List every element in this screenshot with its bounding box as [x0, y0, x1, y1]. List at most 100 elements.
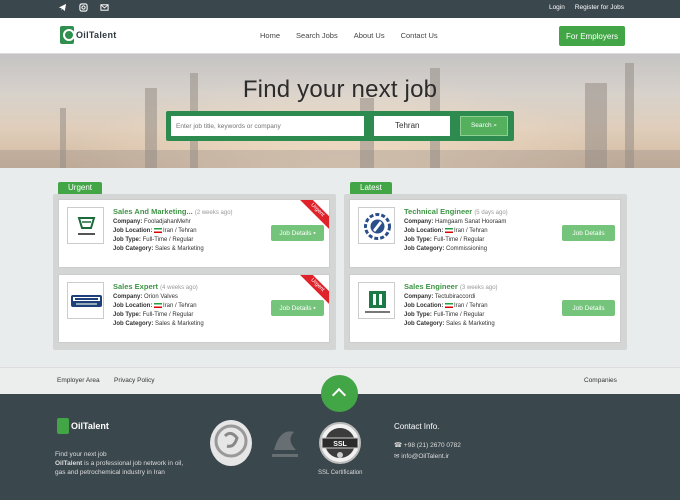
telegram-icon[interactable]: [58, 3, 67, 12]
location-label: Job Location:: [404, 228, 444, 235]
job-details-label: Job Details: [279, 304, 312, 312]
job-type: Full-Time / Regular: [142, 312, 194, 318]
nav-about-us[interactable]: About Us: [354, 31, 385, 40]
category-row: Job Category: Sales & Marketing: [113, 246, 204, 252]
company-label: Company:: [113, 294, 143, 300]
contact-title: Contact Info.: [394, 422, 440, 431]
job-age: (2 weeks ago): [194, 210, 233, 216]
job-card[interactable]: Sales And Marketing... (2 weeks ago) Com…: [58, 199, 330, 268]
intro-description: OilTalent is a professional job network …: [55, 459, 190, 477]
category-label: Job Category:: [113, 246, 154, 252]
company-logo: [67, 282, 104, 319]
job-card[interactable]: Sales Engineer (3 weeks ago) Company: Te…: [349, 274, 621, 343]
search-button-label: Search: [470, 122, 492, 129]
category-row: Job Category: Sales & Marketing: [404, 321, 495, 327]
job-title-text: Sales Engineer: [404, 282, 458, 291]
company-row: Company: Orion Valves: [113, 294, 178, 300]
ssl-seal-icon[interactable]: SSL: [317, 420, 363, 466]
lock-icon: ▪: [313, 229, 316, 237]
register-link[interactable]: Register for Jobs: [575, 4, 624, 11]
location-row: Job Location: Iran / Tehran: [404, 303, 488, 309]
for-employers-button[interactable]: For Employers: [559, 26, 625, 46]
intro-line: Find your next job: [55, 451, 107, 458]
company-name: FooladjahanMehr: [144, 219, 191, 225]
search-button[interactable]: Search ⌕: [460, 116, 508, 136]
job-category: Commissioning: [446, 246, 488, 252]
company-logo: [358, 282, 395, 319]
nav-search-jobs[interactable]: Search Jobs: [296, 31, 338, 40]
job-location: Iran / Tehran: [454, 228, 488, 235]
site-header: OilTalent Home Search Jobs About Us Cont…: [0, 18, 680, 54]
footer-logo: OilTalent: [57, 418, 109, 434]
category-label: Job Category:: [404, 246, 445, 252]
enamad-badge-icon[interactable]: [210, 420, 252, 466]
social-links: [58, 3, 109, 12]
job-details-button[interactable]: Job Details ▪: [271, 225, 324, 241]
job-category: Sales & Marketing: [155, 246, 204, 252]
job-type: Full-Time / Regular: [142, 237, 194, 243]
company-name: Orion Valves: [144, 294, 178, 300]
company-row: Company: Hamgaam Sanat Hooraam: [404, 219, 506, 225]
footer-intro: Find your next job OilTalent is a profes…: [55, 450, 190, 477]
svg-text:SSL: SSL: [333, 441, 347, 448]
latest-section-label: Latest: [350, 182, 392, 194]
job-title-text: Sales And Marketing...: [113, 207, 193, 216]
job-title[interactable]: Sales Engineer (3 weeks ago): [404, 282, 498, 291]
scroll-to-top-button[interactable]: [321, 375, 358, 412]
envelope-icon: ✉: [394, 453, 400, 460]
hero-banner: Find your next job Tehran Search ⌕: [0, 54, 680, 168]
job-details-button[interactable]: Job Details: [562, 225, 615, 241]
contact-phone: ☎ +98 (21) 2670 0782: [394, 441, 461, 449]
site-logo[interactable]: OilTalent: [60, 24, 117, 46]
type-label: Job Type:: [113, 237, 141, 243]
job-type: Full-Time / Regular: [433, 312, 485, 318]
hero-title: Find your next job: [242, 76, 438, 103]
job-title-text: Technical Engineer: [404, 207, 473, 216]
company-row: Company: FooladjahanMehr: [113, 219, 191, 225]
category-label: Job Category:: [113, 321, 154, 327]
location-row: Job Location: Iran / Tehran: [113, 228, 197, 234]
location-row: Job Location: Iran / Tehran: [113, 303, 197, 309]
job-age: (4 weeks ago): [160, 285, 198, 291]
job-title-text: Sales Expert: [113, 282, 159, 291]
iran-flag-icon: [154, 228, 163, 233]
job-type: Full-Time / Regular: [433, 237, 485, 243]
nav-home[interactable]: Home: [260, 31, 280, 40]
privacy-policy-link[interactable]: Privacy Policy: [114, 377, 154, 384]
samandehi-badge-icon[interactable]: [266, 420, 304, 466]
top-bar: Login Register for Jobs: [0, 0, 680, 18]
job-age: (5 days ago): [474, 210, 508, 216]
companies-link[interactable]: Companies: [584, 377, 617, 384]
type-row: Job Type: Full-Time / Regular: [404, 312, 484, 318]
employer-area-link[interactable]: Employer Area: [57, 377, 100, 384]
logo-mark-icon: [60, 26, 75, 44]
job-title[interactable]: Sales And Marketing... (2 weeks ago): [113, 207, 233, 216]
company-row: Company: Tectubiraccordi: [404, 294, 475, 300]
auth-links: Login Register for Jobs: [549, 4, 624, 11]
type-row: Job Type: Full-Time / Regular: [113, 237, 193, 243]
job-details-button[interactable]: Job Details ▪: [271, 300, 324, 316]
job-category: Sales & Marketing: [155, 321, 204, 327]
login-link[interactable]: Login: [549, 4, 565, 11]
urgent-jobs-panel: Sales And Marketing... (2 weeks ago) Com…: [53, 194, 336, 350]
email-icon[interactable]: [100, 3, 109, 12]
job-location: Iran / Tehran: [163, 303, 197, 310]
location-select[interactable]: Tehran: [374, 116, 450, 136]
job-details-button[interactable]: Job Details: [562, 300, 615, 316]
instagram-icon[interactable]: [79, 3, 88, 12]
type-label: Job Type:: [113, 312, 141, 318]
email-link[interactable]: info@OilTalent.ir: [401, 453, 449, 460]
job-title[interactable]: Sales Expert (4 weeks ago): [113, 282, 198, 291]
company-name: Tectubiraccordi: [434, 294, 476, 300]
job-title[interactable]: Technical Engineer (5 days ago): [404, 207, 508, 216]
type-row: Job Type: Full-Time / Regular: [404, 237, 484, 243]
ssl-caption: SSL Certification: [318, 470, 363, 476]
intro-brand: OilTalent: [55, 460, 83, 467]
job-card[interactable]: Sales Expert (4 weeks ago) Company: Orio…: [58, 274, 330, 343]
phone-icon: ☎: [394, 442, 403, 449]
nav-contact-us[interactable]: Contact Us: [401, 31, 438, 40]
company-logo: [67, 207, 104, 244]
type-label: Job Type:: [404, 312, 432, 318]
job-card[interactable]: Technical Engineer (5 days ago) Company:…: [349, 199, 621, 268]
keyword-search-input[interactable]: [171, 116, 364, 136]
